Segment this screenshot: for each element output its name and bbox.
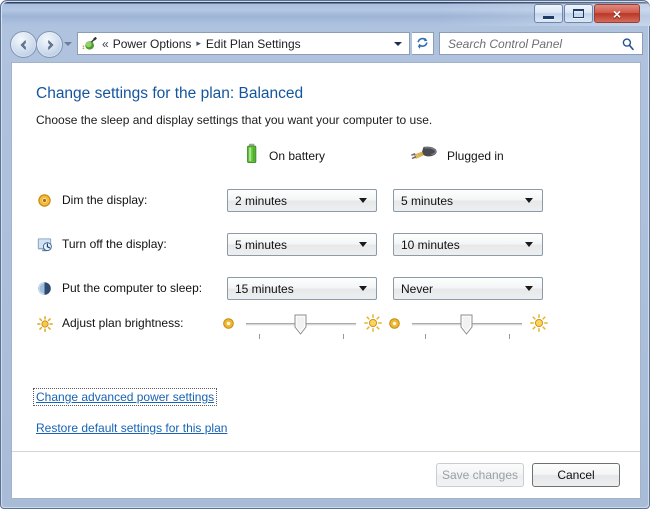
link-change-advanced-power-settings[interactable]: Change advanced power settings (32, 388, 218, 406)
power-plug-icon (410, 144, 438, 169)
power-plug-icon (81, 35, 98, 52)
chevron-down-icon (525, 198, 533, 203)
navigation-bar: « Power Options ▸ Edit Plan Settings Sea… (2, 26, 650, 61)
minimize-button[interactable] (534, 4, 563, 23)
chevron-down-icon[interactable] (394, 42, 402, 46)
content-pane: Change settings for the plan: Balanced C… (11, 62, 641, 499)
combo-dim-display-on-battery[interactable]: 2 minutes (227, 189, 377, 212)
setting-row-turn-off-display: Turn off the display: 5 minutes 10 minut… (36, 233, 616, 259)
maximize-icon (573, 9, 584, 18)
refresh-button[interactable] (412, 32, 434, 55)
page-subtitle: Choose the sleep and display settings th… (36, 113, 433, 127)
cancel-button[interactable]: Cancel (532, 463, 620, 487)
maximize-button[interactable] (564, 4, 593, 23)
breadcrumb-item-power-options[interactable]: Power Options (113, 37, 192, 51)
combo-sleep-on-battery[interactable]: 15 minutes (227, 277, 377, 300)
search-input[interactable]: Search Control Panel (439, 32, 643, 55)
slider-thumb[interactable] (294, 314, 307, 335)
chevron-down-icon (525, 286, 533, 291)
breadcrumb-item-edit-plan-settings[interactable]: Edit Plan Settings (206, 37, 301, 51)
breadcrumb-separator-icon[interactable]: ▸ (196, 38, 201, 49)
column-header-on-battery: On battery (244, 143, 326, 170)
link-restore-default-settings[interactable]: Restore default settings for this plan (36, 421, 227, 435)
combo-value: 5 minutes (401, 193, 454, 208)
close-button[interactable]: × (594, 4, 640, 23)
combo-value: Never (401, 281, 434, 296)
column-header-plugged-in: Plugged in (410, 145, 504, 167)
setting-row-dim-display: Dim the display: 2 minutes 5 minutes (36, 189, 616, 215)
page-title: Change settings for the plan: Balanced (36, 85, 304, 102)
back-button[interactable] (10, 31, 37, 58)
turn-off-display-icon (36, 236, 53, 253)
setting-label-dim-display: Dim the display: (62, 193, 148, 207)
minimize-icon (543, 15, 554, 19)
setting-row-sleep: Put the computer to sleep: 15 minutes Ne… (36, 277, 616, 303)
combo-value: 15 minutes (235, 281, 294, 296)
slider-tick (425, 334, 426, 339)
power-options-window: × « Power Options ▸ Edit Plan Settings S… (0, 0, 650, 509)
combo-dim-display-plugged-in[interactable]: 5 minutes (393, 189, 543, 212)
back-arrow-icon (20, 39, 26, 50)
combo-turn-off-display-on-battery[interactable]: 5 minutes (227, 233, 377, 256)
setting-label-sleep: Put the computer to sleep: (62, 281, 203, 295)
search-placeholder: Search Control Panel (448, 36, 563, 51)
column-label-on-battery: On battery (269, 149, 326, 163)
save-changes-button[interactable]: Save changes (436, 463, 524, 487)
chevron-down-icon (525, 242, 533, 247)
forward-button[interactable] (36, 31, 63, 58)
brightness-high-icon (530, 314, 548, 332)
combo-value: 2 minutes (235, 193, 288, 208)
dim-display-icon (36, 192, 53, 209)
footer-separator (12, 451, 640, 452)
setting-label-turn-off-display: Turn off the display: (62, 237, 167, 251)
recent-pages-dropdown[interactable] (64, 42, 72, 46)
search-icon[interactable] (621, 37, 635, 51)
setting-label-brightness: Adjust plan brightness: (62, 316, 184, 330)
combo-sleep-plugged-in[interactable]: Never (393, 277, 543, 300)
brightness-high-icon (364, 314, 382, 332)
brightness-slider-on-battery[interactable] (222, 312, 382, 346)
chevron-down-icon (359, 198, 367, 203)
slider-tick (509, 334, 510, 339)
close-icon: × (612, 5, 622, 22)
forward-arrow-icon (47, 39, 53, 50)
chevron-down-icon (359, 286, 367, 291)
breadcrumb-overflow-chevrons[interactable]: « (102, 37, 109, 51)
slider-tick (259, 334, 260, 339)
address-bar[interactable]: « Power Options ▸ Edit Plan Settings (77, 32, 410, 55)
slider-tick (343, 334, 344, 339)
brightness-slider-plugged-in[interactable] (388, 312, 548, 346)
column-label-plugged-in: Plugged in (447, 149, 504, 163)
chevron-down-icon (359, 242, 367, 247)
refresh-icon (417, 37, 428, 49)
brightness-low-icon (388, 317, 401, 330)
slider-thumb[interactable] (460, 314, 473, 335)
setting-row-brightness: Adjust plan brightness: (36, 312, 616, 352)
combo-value: 10 minutes (401, 237, 460, 252)
combo-value: 5 minutes (235, 237, 288, 252)
combo-turn-off-display-plugged-in[interactable]: 10 minutes (393, 233, 543, 256)
battery-icon (244, 143, 260, 170)
sleep-icon (36, 280, 53, 297)
brightness-low-icon (222, 317, 235, 330)
brightness-icon (36, 315, 53, 332)
